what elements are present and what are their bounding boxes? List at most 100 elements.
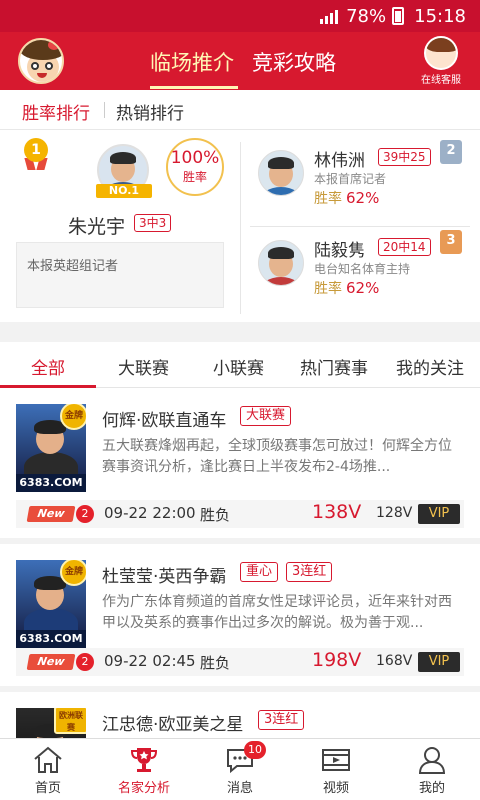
battery-percent: 78% — [346, 5, 387, 27]
tab-my-follows[interactable]: 我的关注 — [396, 354, 464, 379]
count-badge: 2 — [76, 505, 94, 523]
price: 138V — [312, 501, 362, 523]
tab-minor-leagues[interactable]: 小联赛 — [213, 354, 264, 379]
expert-avatar — [258, 240, 304, 286]
tab-divider — [104, 102, 105, 118]
battery-icon — [392, 7, 405, 25]
focus-tag: 重心 — [240, 562, 279, 582]
message-count-badge: 10 — [244, 741, 266, 759]
item-description: 作为广东体育频道的首席女性足球评论员，近年来针对西甲以及英系的赛事作出过多次的解… — [102, 594, 452, 631]
expert-avatar — [258, 150, 304, 196]
expert-description: 本报首席记者 — [314, 172, 387, 186]
item-tags: 重心 3连红 — [240, 562, 333, 582]
vip-price: 168V — [376, 653, 413, 669]
expert-feed: 6383.COM 金牌 何辉·欧联直通车 大联赛 五大联赛烽烟再起，全球顶级赛事… — [0, 388, 480, 738]
app-root: 78% 15:18 临场推介 竞彩攻略 在线客服 胜率排行 热销排行 1 NO.… — [0, 0, 480, 800]
nav-label: 首页 — [34, 781, 61, 796]
win-rate-label: 胜率 — [314, 191, 342, 207]
nav-label: 消息 — [226, 781, 253, 796]
status-bar: 78% 15:18 — [0, 0, 480, 32]
no1-badge: NO.1 — [96, 184, 152, 198]
nav-messages[interactable]: 10 消息 — [192, 741, 288, 796]
app-header: 临场推介 竞彩攻略 在线客服 — [0, 32, 480, 90]
video-icon — [320, 745, 352, 775]
nav-label: 视频 — [322, 781, 349, 796]
online-service-button[interactable]: 在线客服 — [416, 36, 466, 88]
gold-medal-icon: 1 — [24, 138, 50, 170]
tab-live-picks[interactable]: 临场推介 — [150, 47, 234, 77]
signal-icon — [320, 8, 339, 24]
item-tags: 大联赛 — [240, 406, 292, 426]
message-icon: 10 — [224, 741, 266, 775]
active-tab-indicator — [150, 86, 238, 89]
silver-rank-icon: 2 — [440, 140, 462, 164]
tab-all[interactable]: 全部 — [31, 354, 65, 379]
tab-hot-sales-ranking[interactable]: 热销排行 — [116, 99, 184, 124]
champion-win-rate: 100% 胜率 — [166, 138, 224, 196]
list-item[interactable]: 6383.COM 金牌 杜莹莹·英西争霸 重心 3连红 作为广东体育频道的首席女… — [0, 544, 480, 692]
item-title: 江忠德·欧亚美之星 — [102, 715, 244, 735]
expert-description: 电台知名体育主持 — [314, 262, 411, 276]
tab-lottery-guide[interactable]: 竞彩攻略 — [252, 47, 336, 77]
tab-win-rate-ranking[interactable]: 胜率排行 — [22, 99, 90, 124]
bottom-navigation: 首页 名家分析 10 消息 视频 我的 — [0, 738, 480, 800]
ranking-tabs: 胜率排行 热销排行 — [0, 90, 480, 130]
expert-win-rate: 胜率 62% — [314, 188, 379, 208]
vip-badge[interactable]: VIP — [418, 504, 460, 524]
win-rate-label: 胜率 — [314, 281, 342, 297]
new-badge: New — [26, 506, 76, 522]
win-rate-label: 胜率 — [182, 170, 207, 184]
expert-thumbnail: 6383.COM 金牌 — [16, 404, 86, 492]
nav-video[interactable]: 视频 — [288, 745, 384, 796]
nav-home[interactable]: 首页 — [0, 745, 96, 796]
app-logo[interactable] — [18, 38, 64, 84]
gold-medal-icon: 金牌 — [60, 560, 86, 586]
win-rate-value: 62% — [346, 279, 380, 297]
panel-divider — [240, 142, 241, 314]
nav-label: 我的 — [418, 781, 445, 796]
clock: 15:18 — [414, 5, 466, 27]
item-description: 五大联赛烽烟再起，全球顶级赛事怎可放过！何辉全方位赛事资讯分析，逢比赛日上半夜发… — [102, 438, 452, 475]
service-avatar-icon — [424, 36, 458, 70]
ranking-item-2[interactable]: 林伟洲 39中25 本报首席记者 胜率 62% 2 — [250, 140, 470, 228]
league-badge-icon: 欧洲联赛 — [54, 708, 86, 734]
streak-tag: 3连红 — [286, 562, 333, 582]
expert-name: 林伟洲 — [314, 151, 365, 171]
list-item[interactable]: 欧洲联赛 江忠德·欧亚美之星 3连红 — [0, 692, 480, 738]
online-service-label: 在线客服 — [421, 75, 461, 86]
expert-thumbnail: 6383.COM 金牌 — [16, 560, 86, 648]
item-title: 杜莹莹·英西争霸 — [102, 567, 227, 587]
ranking-item-3[interactable]: 陆毅隽 20中14 电台知名体育主持 胜率 62% 3 — [250, 230, 470, 318]
tab-hot-events[interactable]: 热门赛事 — [300, 354, 368, 379]
item-footer: New 2 09-22 22:00 胜负 138V 128V VIP — [16, 500, 464, 528]
match-time: 09-22 22:00 — [104, 504, 196, 522]
ranking-panel: 1 NO.1 100% 胜率 朱光宇 3中3 本报英超组记者 林伟洲 39中25… — [0, 130, 480, 322]
streak-tag: 3连红 — [258, 710, 305, 730]
gold-medal-icon: 金牌 — [60, 404, 86, 430]
bet-type: 胜负 — [200, 654, 231, 672]
expert-record-badge: 39中25 — [378, 148, 431, 166]
champion-record-badge: 3中3 — [134, 214, 172, 232]
bet-type: 胜负 — [200, 506, 231, 524]
nav-profile[interactable]: 我的 — [384, 745, 480, 796]
tab-major-leagues[interactable]: 大联赛 — [118, 354, 169, 379]
item-footer: New 2 09-22 02:45 胜负 198V 168V VIP — [16, 648, 464, 676]
league-tag: 大联赛 — [240, 406, 292, 426]
win-rate-value: 62% — [346, 189, 380, 207]
vip-badge[interactable]: VIP — [418, 652, 460, 672]
site-watermark: 6383.COM — [16, 474, 86, 492]
bronze-rank-icon: 3 — [440, 230, 462, 254]
nav-expert-analysis[interactable]: 名家分析 — [96, 745, 192, 796]
list-item[interactable]: 6383.COM 金牌 何辉·欧联直通车 大联赛 五大联赛烽烟再起，全球顶级赛事… — [0, 388, 480, 544]
match-time: 09-22 02:45 — [104, 652, 196, 670]
win-rate-value: 100% — [170, 148, 220, 168]
expert-record-badge: 20中14 — [378, 238, 431, 256]
home-icon — [32, 745, 64, 775]
champion-description: 本报英超组记者 — [16, 242, 224, 308]
category-tabs: 全部 大联赛 小联赛 热门赛事 我的关注 — [0, 342, 480, 388]
user-icon — [416, 745, 448, 775]
expert-win-rate: 胜率 62% — [314, 278, 379, 298]
new-badge: New — [26, 654, 76, 670]
vip-price: 128V — [376, 505, 413, 521]
champion-name[interactable]: 朱光宇 — [68, 212, 125, 239]
